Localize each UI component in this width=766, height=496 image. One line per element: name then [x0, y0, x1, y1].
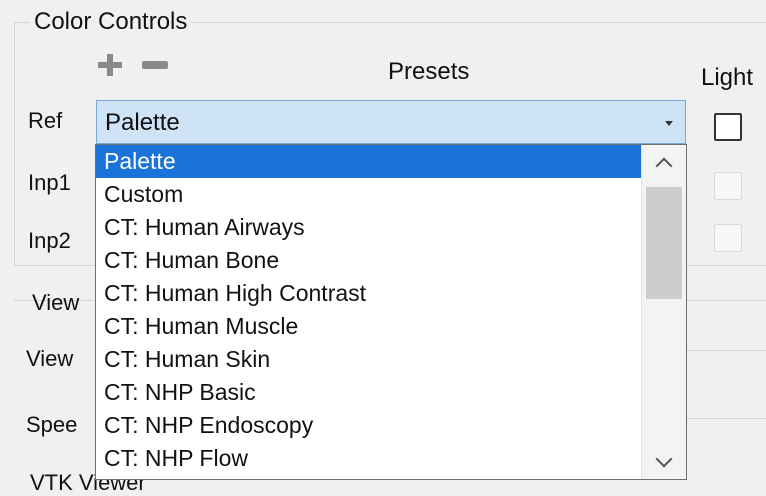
- scrollbar-thumb[interactable]: [646, 187, 682, 299]
- dropdown-arrow-icon[interactable]: [665, 121, 673, 126]
- dropdown-option[interactable]: CT: Human Airways: [96, 211, 642, 244]
- dropdown-option[interactable]: CT: NHP Basic: [96, 376, 642, 409]
- scroll-down-chevron-icon[interactable]: [654, 450, 674, 471]
- dropdown-option[interactable]: Palette: [96, 145, 642, 178]
- presets-label: Presets: [388, 58, 470, 85]
- combobox-value: Palette: [105, 109, 180, 136]
- dropdown-option[interactable]: CT: Human Skin: [96, 343, 642, 376]
- dropdown-option[interactable]: CT: Human Muscle: [96, 310, 642, 343]
- dropdown-option[interactable]: Custom: [96, 178, 642, 211]
- preset-combobox[interactable]: Palette: [96, 100, 686, 144]
- plus-icon[interactable]: [98, 54, 122, 76]
- group-title: Color Controls: [30, 8, 192, 36]
- light-label: Light: [701, 64, 754, 91]
- divider: [686, 418, 766, 419]
- ref-label: Ref: [28, 108, 63, 133]
- divider: [686, 300, 766, 301]
- dropdown-option[interactable]: CT: NHP Flow: [96, 442, 642, 475]
- dropdown-option[interactable]: CT: NHP Endoscopy: [96, 409, 642, 442]
- dropdown-scrollbar[interactable]: [641, 145, 686, 479]
- view-label: View: [32, 290, 80, 315]
- light-checkbox-ref[interactable]: [714, 113, 742, 141]
- preset-dropdown-list[interactable]: Palette Custom CT: Human Airways CT: Hum…: [95, 144, 687, 480]
- inp2-label: Inp2: [28, 228, 71, 253]
- light-checkbox-inp1: [714, 172, 742, 200]
- dropdown-option[interactable]: CT: Human Bone: [96, 244, 642, 277]
- speed-label: Spee: [26, 412, 78, 437]
- view-label-2: View: [26, 346, 74, 371]
- light-checkbox-inp2: [714, 224, 742, 252]
- inp1-label: Inp1: [28, 170, 71, 195]
- divider: [686, 350, 766, 351]
- minus-icon[interactable]: [142, 54, 168, 76]
- dropdown-option[interactable]: CT: Human High Contrast: [96, 277, 642, 310]
- scroll-up-chevron-icon[interactable]: [654, 153, 674, 175]
